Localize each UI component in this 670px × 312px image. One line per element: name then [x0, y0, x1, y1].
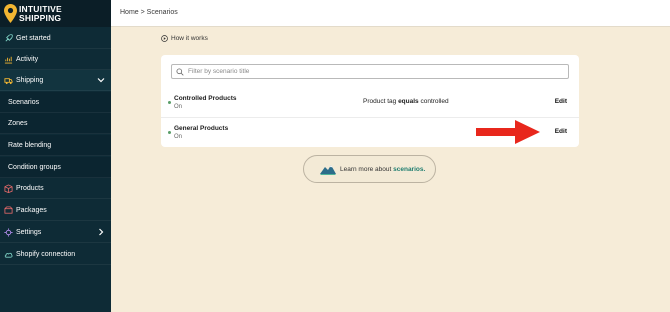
sidebar-item-scenarios[interactable]: Scenarios: [0, 92, 111, 113]
edit-button[interactable]: Edit: [555, 128, 567, 135]
sidebar: INTUITIVE SHIPPING Get started Activity …: [0, 0, 111, 312]
search-input[interactable]: [188, 68, 558, 75]
sidebar-item-condition-groups[interactable]: Condition groups: [0, 157, 111, 178]
sidebar-item-packages[interactable]: Packages: [0, 200, 111, 221]
location-pin-icon: [4, 4, 17, 23]
status-dot: [168, 131, 171, 134]
sidebar-item-shopify-connection[interactable]: Shopify connection: [0, 244, 111, 265]
cloud-icon: [4, 252, 13, 258]
top-bar: Home > Scenarios: [111, 0, 670, 27]
rocket-icon: [5, 33, 13, 42]
scenario-status: On: [174, 134, 183, 140]
search-field[interactable]: [171, 64, 569, 79]
status-dot: [168, 101, 171, 104]
scenario-status: On: [174, 104, 183, 110]
package-icon: [4, 205, 13, 214]
scenario-title: General Products: [174, 125, 229, 132]
chevron-right-icon: [99, 228, 104, 236]
chevron-down-icon: [97, 78, 105, 83]
chart-icon: [4, 56, 13, 64]
mountains-icon: [320, 165, 336, 175]
how-it-works-link[interactable]: How it works: [161, 35, 208, 42]
scenario-row: Controlled Products On Product tag equal…: [161, 88, 579, 117]
scenario-condition: Product tag equals controlled: [363, 98, 449, 105]
scenarios-link[interactable]: scenarios.: [393, 166, 425, 173]
truck-icon: [4, 77, 13, 84]
brand-name: INTUITIVE SHIPPING: [19, 4, 62, 23]
scenario-title: Controlled Products: [174, 95, 237, 102]
play-circle-icon: [161, 35, 168, 42]
sidebar-item-rate-blending[interactable]: Rate blending: [0, 135, 111, 156]
sidebar-item-products[interactable]: Products: [0, 178, 111, 199]
sidebar-item-zones[interactable]: Zones: [0, 113, 111, 134]
learn-more-text: Learn more about scenarios.: [340, 165, 426, 173]
learn-more-scenarios-button[interactable]: Learn more about scenarios.: [303, 155, 436, 183]
box-icon: [4, 183, 13, 193]
red-arrow-annotation: [476, 120, 540, 144]
sidebar-item-get-started[interactable]: Get started: [0, 28, 111, 49]
search-icon: [176, 67, 184, 76]
gear-icon: [4, 227, 13, 237]
sidebar-item-shipping[interactable]: Shipping: [0, 70, 111, 91]
breadcrumb[interactable]: Home > Scenarios: [120, 9, 178, 16]
sidebar-item-settings[interactable]: Settings: [0, 222, 111, 243]
sidebar-item-activity[interactable]: Activity: [0, 49, 111, 70]
edit-button[interactable]: Edit: [555, 98, 567, 105]
logo[interactable]: INTUITIVE SHIPPING: [0, 0, 111, 27]
